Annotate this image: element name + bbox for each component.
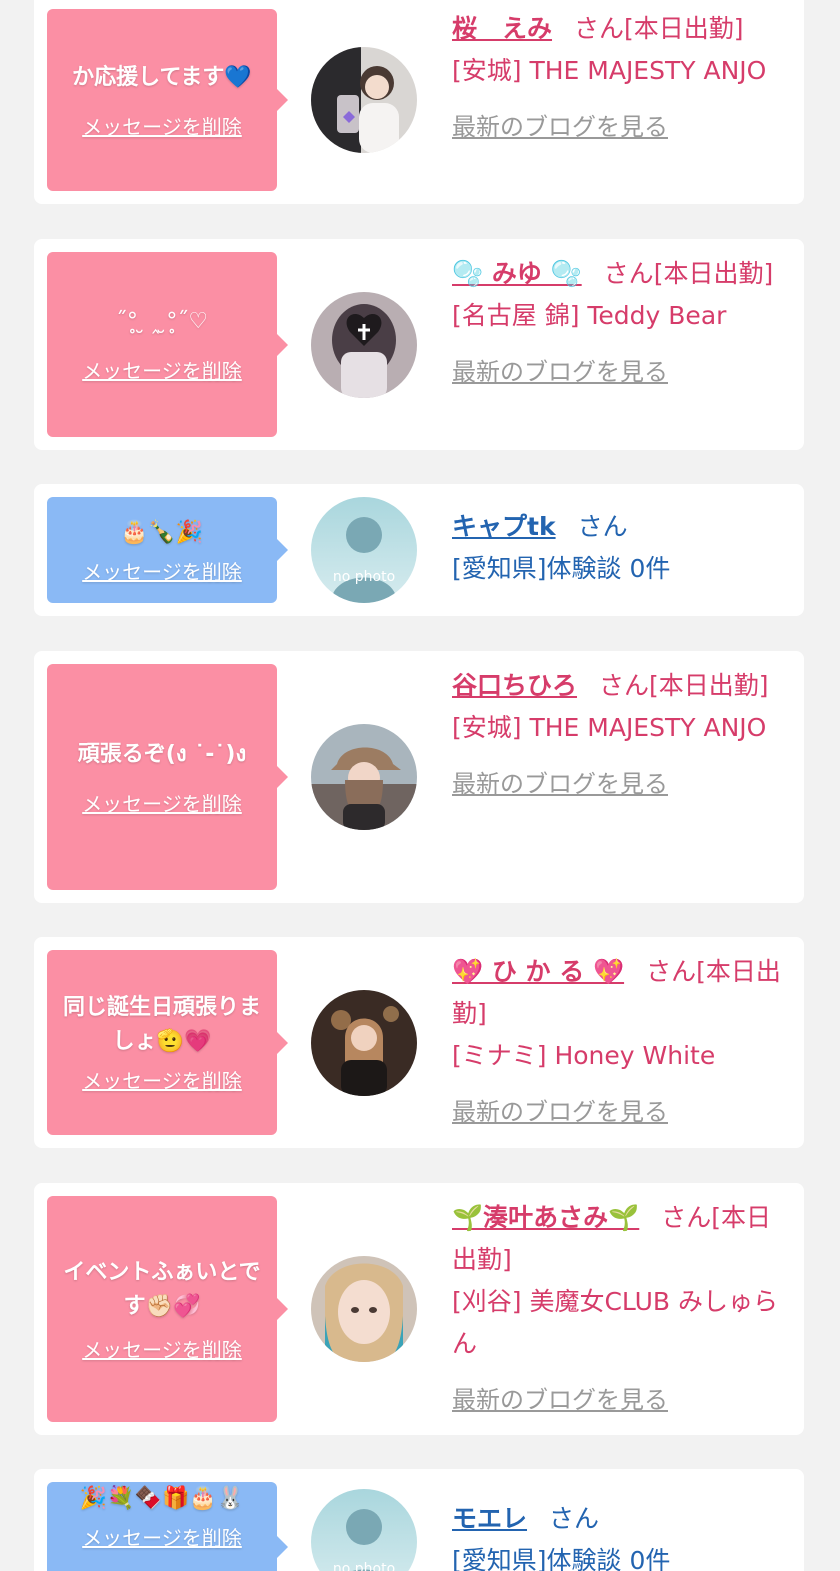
message-card: か応援してます💙 メッセージを削除 桜 えみ さん[本日出勤] [安城] THE … (34, 0, 804, 204)
latest-blog-link[interactable]: 最新のブログを見る (452, 1379, 668, 1421)
no-photo-text: no photo (333, 569, 395, 585)
message-text: 頑張るぞ(ง ˙-˙)ง (77, 741, 247, 767)
work-status: [本日出勤] (624, 14, 744, 43)
avatar[interactable]: no photo (311, 1489, 417, 1571)
cast-info: 桜 えみ さん[本日出勤] [安城] THE MAJESTY ANJO 最新のブロ… (452, 8, 787, 148)
message-text: か応援してます💙 (72, 64, 252, 90)
latest-blog-link[interactable]: 最新のブログを見る (452, 106, 668, 148)
cast-name-link[interactable]: 谷口ちひろ (452, 671, 577, 700)
message-bubble: 🎂🍾🎉 メッセージを削除 (47, 497, 288, 603)
cast-name-link[interactable]: 🫧 みゆ 🫧 (452, 259, 582, 288)
honorific: さん (661, 1203, 712, 1232)
shop-name: [名古屋 錦] Teddy Bear (452, 301, 727, 330)
user-info: モエレ さん [愛知県]体験談 0件 (452, 1498, 787, 1571)
avatar[interactable] (311, 724, 417, 830)
review-count: [愛知県]体験談 0件 (452, 1546, 671, 1571)
work-status: [本日出勤] (649, 671, 769, 700)
message-text: 🎉💐🍫🎁🎂🐰 (79, 1486, 245, 1511)
avatar[interactable] (311, 292, 417, 398)
message-text: 同じ誕生日頑張りましょ🫡💗 (62, 995, 261, 1054)
cast-name-link[interactable]: 🌱湊叶あさみ🌱 (452, 1203, 639, 1232)
shop-name: [ミナミ] Honey White (452, 1041, 716, 1070)
honorific: さん (549, 1504, 600, 1533)
message-bubble: 同じ誕生日頑張りましょ🫡💗 メッセージを削除 (47, 950, 288, 1135)
cast-info: 💖 ひ か る 💖 さん[本日出勤] [ミナミ] Honey White 最新のブ… (452, 951, 787, 1133)
honorific: さん (599, 671, 650, 700)
message-bubble: イベントふぁいとです✊🏻💞 メッセージを削除 (47, 1196, 288, 1422)
shop-name: [刈谷] 美魔女CLUB みしゅらん (452, 1287, 778, 1358)
honorific: さん (577, 512, 628, 541)
cast-name-link[interactable]: 桜 えみ (452, 14, 552, 43)
message-bubble: 頑張るぞ(ง ˙-˙)ง メッセージを削除 (47, 664, 288, 890)
message-bubble: ˝°̥ ̮ ‸ ̮°̥˝♡ メッセージを削除 (47, 252, 288, 437)
cast-name-link[interactable]: 💖 ひ か る 💖 (452, 957, 624, 986)
cast-info: 谷口ちひろ さん[本日出勤] [安城] THE MAJESTY ANJO 最新のブ… (452, 665, 787, 805)
message-bubble: 🎉💐🍫🎁🎂🐰 メッセージを削除 (47, 1482, 288, 1571)
avatar[interactable] (311, 47, 417, 153)
message-card: 🎉💐🍫🎁🎂🐰 メッセージを削除 no photo モエレ さん [愛知県]体験談 … (34, 1469, 804, 1571)
delete-message-link[interactable]: メッセージを削除 (82, 355, 242, 384)
shop-name: [安城] THE MAJESTY ANJO (452, 56, 767, 85)
avatar[interactable] (311, 990, 417, 1096)
latest-blog-link[interactable]: 最新のブログを見る (452, 763, 668, 805)
no-photo-text: no photo (333, 1561, 395, 1571)
user-name-link[interactable]: キャプtk (452, 512, 556, 541)
review-count: [愛知県]体験談 0件 (452, 554, 671, 583)
message-card: イベントふぁいとです✊🏻💞 メッセージを削除 🌱湊叶あさみ🌱 さん[本日出勤] [… (34, 1183, 804, 1435)
delete-message-link[interactable]: メッセージを削除 (82, 1065, 242, 1094)
message-card: 頑張るぞ(ง ˙-˙)ง メッセージを削除 谷口ちひろ さん[本日出勤] [安城]… (34, 651, 804, 903)
honorific: さん (603, 259, 654, 288)
delete-message-link[interactable]: メッセージを削除 (82, 788, 242, 817)
shop-name: [安城] THE MAJESTY ANJO (452, 713, 767, 742)
latest-blog-link[interactable]: 最新のブログを見る (452, 1091, 668, 1133)
message-text: イベントふぁいとです✊🏻💞 (63, 1259, 261, 1319)
honorific: さん (574, 14, 625, 43)
delete-message-link[interactable]: メッセージを削除 (82, 1334, 242, 1363)
avatar[interactable] (311, 1256, 417, 1362)
latest-blog-link[interactable]: 最新のブログを見る (452, 351, 668, 393)
delete-message-link[interactable]: メッセージを削除 (82, 111, 242, 140)
delete-message-link[interactable]: メッセージを削除 (82, 556, 242, 585)
message-bubble: か応援してます💙 メッセージを削除 (47, 9, 288, 191)
work-status: [本日出勤] (653, 259, 774, 288)
delete-message-link[interactable]: メッセージを削除 (82, 1522, 242, 1551)
honorific: さん (646, 957, 697, 986)
message-text: ˝°̥ ̮ ‸ ̮°̥˝♡ (115, 309, 209, 334)
cast-info: 🫧 みゆ 🫧 さん[本日出勤] [名古屋 錦] Teddy Bear 最新のブログ… (452, 253, 787, 393)
message-card: 🎂🍾🎉 メッセージを削除 no photo キャプtk さん [愛知県]体験談 0… (34, 484, 804, 616)
message-text: 🎂🍾🎉 (120, 519, 204, 545)
message-card: 同じ誕生日頑張りましょ🫡💗 メッセージを削除 💖 ひ か る 💖 さん[本日出勤]… (34, 937, 804, 1148)
cast-info: 🌱湊叶あさみ🌱 さん[本日出勤] [刈谷] 美魔女CLUB みしゅらん 最新のブロ… (452, 1197, 787, 1421)
user-info: キャプtk さん [愛知県]体験談 0件 (452, 506, 787, 590)
message-card: ˝°̥ ̮ ‸ ̮°̥˝♡ メッセージを削除 🫧 みゆ 🫧 さん[本日出勤] [名… (34, 239, 804, 450)
avatar[interactable]: no photo (311, 497, 417, 603)
user-name-link[interactable]: モエレ (452, 1504, 527, 1533)
